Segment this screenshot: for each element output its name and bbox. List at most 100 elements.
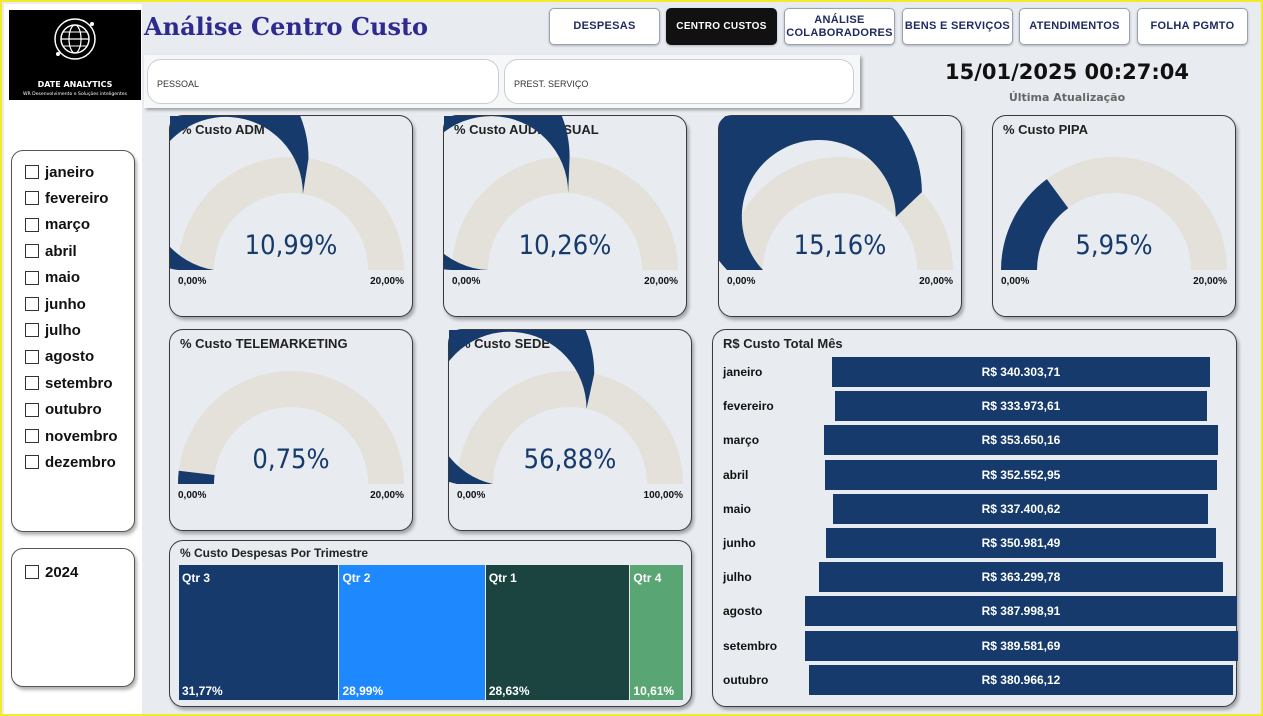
month-option-abril[interactable]: abril <box>25 241 77 261</box>
checkbox-icon[interactable] <box>25 217 39 232</box>
year-option-2024[interactable]: 2024 <box>25 562 78 582</box>
bar-julho[interactable]: R$ 363.299,78 <box>819 562 1223 593</box>
nav-despesas-button[interactable]: DESPESAS <box>549 8 660 45</box>
checkbox-icon[interactable] <box>25 244 39 259</box>
logo: DATE ANALYTICS WR Desenvolvimento e Solu… <box>9 10 141 100</box>
gauge-value: 0,75% <box>252 444 330 475</box>
bar-junho[interactable]: R$ 350.981,49 <box>825 528 1217 558</box>
month-option-label: janeiro <box>45 163 95 181</box>
gauge-min-label: 0,00% <box>178 490 207 501</box>
nav-bens-servicos-button[interactable]: BENS E SERVIÇOS <box>902 8 1013 45</box>
bar-category-label: abril <box>723 467 749 482</box>
month-option-label: março <box>45 216 91 234</box>
gauge-card-sede: % Custo SEDE 56,88% 0,00% 100,00% <box>448 329 692 531</box>
month-option-label: julho <box>45 321 81 339</box>
bar-category-label: março <box>723 433 760 448</box>
checkbox-icon[interactable] <box>25 165 39 179</box>
gauge-max-label: 20,00% <box>644 276 678 287</box>
year-option-label: 2024 <box>45 563 79 581</box>
bar-janeiro[interactable]: R$ 340.303,71 <box>831 357 1211 387</box>
last-update-label: Última Atualização <box>1008 91 1126 104</box>
nav-analise-colaboradores-button[interactable]: ANÁLISE COLABORADORES <box>784 8 895 45</box>
treemap-cell-value: 31,77% <box>182 684 223 698</box>
gauge-value: 10,26% <box>518 230 612 261</box>
month-slicer: janeiro fevereiro março abril maio junho julho… <box>11 150 135 532</box>
checkbox-icon[interactable] <box>25 565 39 579</box>
gauge-value: 56,88% <box>523 444 617 475</box>
gauge-min-label: 0,00% <box>1001 276 1030 287</box>
filter-pessoal[interactable]: PESSOAL <box>147 59 499 104</box>
gauge-min-label: 0,00% <box>727 276 756 287</box>
checkbox-icon[interactable] <box>25 402 39 417</box>
month-option-novembro[interactable]: novembro <box>25 426 118 446</box>
gauge-max-label: 20,00% <box>370 276 404 287</box>
gauge-value: 5,95% <box>1075 230 1153 261</box>
bar-category-label: fevereiro <box>723 399 774 414</box>
checkbox-icon[interactable] <box>25 270 39 285</box>
month-option-março[interactable]: março <box>25 215 90 235</box>
treemap-cell-label: Qtr 1 <box>488 571 517 585</box>
bar-setembro[interactable]: R$ 389.581,69 <box>804 630 1238 661</box>
month-option-label: agosto <box>45 348 95 366</box>
gauge-card-telemarketing: % Custo TELEMARKETING 0,75% 0,00% 20,00% <box>169 329 413 531</box>
checkbox-icon[interactable] <box>25 429 39 443</box>
bar-outubro[interactable]: R$ 380.966,12 <box>809 664 1233 695</box>
month-option-junho[interactable]: junho <box>25 294 86 314</box>
month-option-agosto[interactable]: agosto <box>25 347 94 367</box>
gauge-value: 10,99% <box>244 230 338 261</box>
month-option-dezembro[interactable]: dezembro <box>25 452 116 472</box>
gauge-min-label: 0,00% <box>178 276 207 287</box>
filter-strip: PESSOAL PREST. SERVIÇO <box>144 55 860 108</box>
nav-atendimentos-button[interactable]: ATENDIMENTOS <box>1019 8 1130 45</box>
month-option-fevereiro[interactable]: fevereiro <box>25 188 108 208</box>
checkbox-icon[interactable] <box>25 191 39 206</box>
month-option-label: dezembro <box>45 453 116 471</box>
month-option-setembro[interactable]: setembro <box>25 373 113 393</box>
bar-category-label: agosto <box>723 604 763 619</box>
checkbox-icon[interactable] <box>25 376 39 391</box>
gauge-value: 15,16% <box>793 230 887 261</box>
filter-prest-servico[interactable]: PREST. SERVIÇO <box>504 59 854 104</box>
bar-category-label: junho <box>723 536 756 550</box>
gauge-max-label: 100,00% <box>643 490 683 501</box>
treemap-cell-qtr-2[interactable]: Qtr 2 28,99% <box>339 565 485 700</box>
treemap-cell-qtr-3[interactable]: Qtr 3 31,77% <box>179 565 339 700</box>
treemap-cell-label: Qtr 3 <box>182 571 211 585</box>
treemap-cell-qtr-1[interactable]: Qtr 1 28,63% <box>485 565 630 700</box>
month-option-label: abril <box>45 242 77 260</box>
gauge-card-adm: % Custo ADM 10,99% 0,00% 20,00% <box>169 115 413 317</box>
month-option-julho[interactable]: julho <box>25 320 81 340</box>
bar-fevereiro[interactable]: R$ 333.973,61 <box>835 391 1207 422</box>
nav-folha-pgmto-button[interactable]: FOLHA PGMTO <box>1137 8 1248 45</box>
nav-centro-custos-button[interactable]: CENTRO CUSTOS <box>666 8 777 45</box>
bar-maio[interactable]: R$ 337.400,62 <box>833 493 1209 524</box>
bar-março[interactable]: R$ 353.650,16 <box>824 425 1218 456</box>
gauge-max-label: 20,00% <box>1193 276 1227 287</box>
month-option-label: outubro <box>45 401 102 419</box>
last-update-timestamp: 15/01/2025 00:27:04 <box>944 60 1189 84</box>
bar-agosto[interactable]: R$ 387.998,91 <box>805 596 1237 627</box>
quarter-treemap: % Custo Despesas Por Trimestre Qtr 3 31,7… <box>169 540 692 707</box>
month-option-label: maio <box>45 269 81 287</box>
treemap-cell-value: 28,99% <box>342 684 384 698</box>
bar-category-label: setembro <box>723 638 778 653</box>
month-option-outubro[interactable]: outubro <box>25 400 102 420</box>
logo-name: DATE ANALYTICS <box>37 80 113 89</box>
month-option-maio[interactable]: maio <box>25 268 80 288</box>
bar-category-label: julho <box>723 570 752 585</box>
month-option-label: junho <box>45 295 86 313</box>
checkbox-icon[interactable] <box>25 323 39 338</box>
monthly-cost-title: R$ Custo Total Mês <box>723 336 843 351</box>
treemap-cell-value: 10,61% <box>633 684 675 698</box>
gauge-max-label: 20,00% <box>370 490 404 501</box>
checkbox-icon[interactable] <box>25 455 39 470</box>
checkbox-icon[interactable] <box>25 349 39 364</box>
gauge-card-pipa: % Custo PIPA 5,95% 0,00% 20,00% <box>992 115 1236 317</box>
treemap-cell-value: 28,63% <box>488 684 530 698</box>
bar-abril[interactable]: R$ 352.552,95 <box>825 459 1217 490</box>
checkbox-icon[interactable] <box>25 297 39 311</box>
treemap-cell-qtr-4[interactable]: Qtr 4 10,61% <box>630 565 683 700</box>
gauge-max-label: 20,00% <box>919 276 953 287</box>
month-option-janeiro[interactable]: janeiro <box>25 162 94 182</box>
gauge-min-label: 0,00% <box>457 490 486 501</box>
